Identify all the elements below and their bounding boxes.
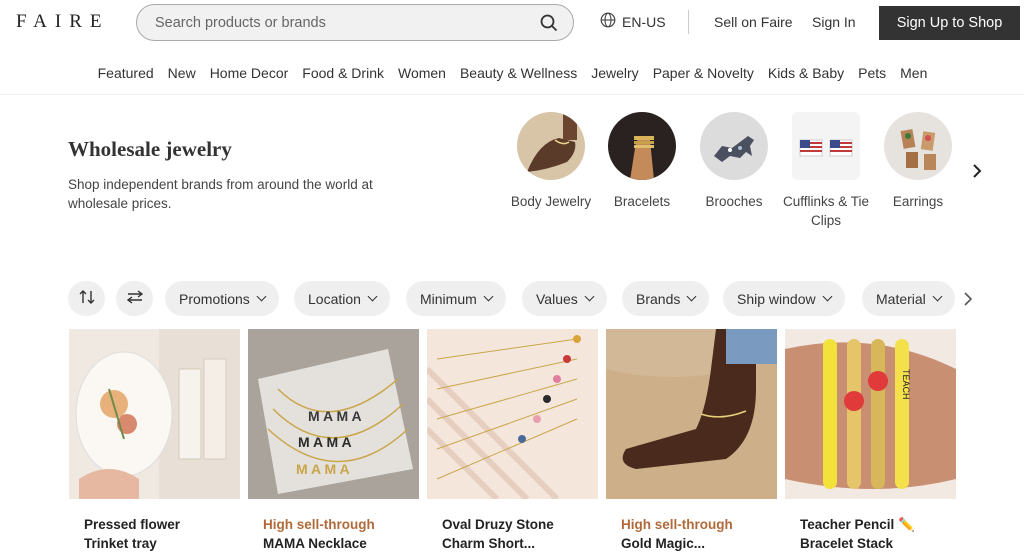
filter-location[interactable]: Location bbox=[294, 281, 390, 316]
product-info: Teacher Pencil ✏️ Bracelet Stack bbox=[785, 499, 956, 553]
product-name: Gold Magic... bbox=[621, 536, 706, 551]
product-image bbox=[69, 329, 240, 499]
nav-item-women[interactable]: Women bbox=[397, 65, 446, 81]
product-image: TEACH bbox=[785, 329, 956, 499]
svg-text:M A M A: M A M A bbox=[298, 434, 352, 450]
language-label: EN-US bbox=[622, 13, 666, 30]
nav-item-men[interactable]: Men bbox=[899, 65, 927, 81]
product-info: High sell-through MAMA Necklace bbox=[248, 499, 419, 553]
category-nav: Featured New Home Decor Food & Drink Wom… bbox=[0, 65, 1024, 81]
filter-brands[interactable]: Brands bbox=[622, 281, 710, 316]
filter-label: Brands bbox=[636, 290, 681, 307]
subcategory-label: Body Jewelry bbox=[510, 194, 592, 209]
product-image bbox=[427, 329, 598, 499]
subcategory-earrings[interactable]: Earrings bbox=[873, 112, 963, 211]
chevron-right-icon[interactable] bbox=[962, 291, 976, 307]
sign-in-link[interactable]: Sign In bbox=[812, 14, 856, 30]
product-card[interactable]: TEACH Teacher Pencil ✏️ Bracelet Stack bbox=[785, 329, 956, 555]
nav-item-jewelry[interactable]: Jewelry bbox=[590, 65, 638, 81]
search-bar[interactable] bbox=[136, 4, 574, 41]
subcategory-label: Earrings bbox=[892, 194, 944, 209]
faire-logo[interactable]: FAIRE bbox=[16, 11, 109, 33]
chevron-down-icon bbox=[256, 291, 267, 302]
page-subtitle: Shop independent brands from around the … bbox=[68, 177, 373, 211]
product-card[interactable]: High sell-through Gold Magic... bbox=[606, 329, 777, 555]
svg-text:TEACH: TEACH bbox=[901, 369, 911, 400]
language-selector[interactable]: EN-US bbox=[600, 12, 666, 31]
filter-label: Promotions bbox=[179, 290, 250, 307]
filter-label: Minimum bbox=[420, 290, 477, 307]
horse-brooch-photo-icon bbox=[700, 112, 768, 180]
filter-promotions[interactable]: Promotions bbox=[165, 281, 279, 316]
product-card[interactable]: M A M A M A M A M A M A High sell-through … bbox=[248, 329, 419, 555]
adjust-filters-button[interactable] bbox=[116, 281, 153, 316]
filter-label: Values bbox=[536, 290, 578, 307]
nav-item-kids-baby[interactable]: Kids & Baby bbox=[767, 65, 844, 81]
product-name-line2: Trinket tray bbox=[84, 536, 157, 551]
product-name-line2: Bracelet Stack bbox=[800, 536, 894, 551]
filter-label: Location bbox=[308, 290, 361, 307]
subcategory-brooches[interactable]: Brooches bbox=[689, 112, 779, 211]
subcategory-bracelets[interactable]: Bracelets bbox=[597, 112, 687, 211]
nav-item-paper-novelty[interactable]: Paper & Novelty bbox=[652, 65, 754, 81]
filter-material[interactable]: Material bbox=[862, 281, 955, 316]
product-badge: High sell-through bbox=[263, 517, 375, 532]
search-input[interactable] bbox=[155, 14, 539, 31]
product-info: Oval Druzy Stone Charm Short... bbox=[427, 499, 598, 553]
filter-ship-window[interactable]: Ship window bbox=[723, 281, 845, 316]
bracelet-photo-icon bbox=[608, 112, 676, 180]
sliders-icon bbox=[126, 289, 144, 308]
product-image: M A M A M A M A M A M A bbox=[248, 329, 419, 499]
product-card[interactable]: Pressed flower Trinket tray bbox=[69, 329, 240, 555]
chevron-down-icon bbox=[367, 291, 378, 302]
nav-item-food-drink[interactable]: Food & Drink bbox=[301, 65, 384, 81]
product-card[interactable]: Oval Druzy Stone Charm Short... bbox=[427, 329, 598, 555]
product-badge: High sell-through bbox=[621, 517, 733, 532]
subcategory-body-jewelry[interactable]: Body Jewelry bbox=[506, 112, 596, 211]
nav-item-pets[interactable]: Pets bbox=[857, 65, 886, 81]
chevron-down-icon bbox=[822, 291, 833, 302]
filter-minimum[interactable]: Minimum bbox=[406, 281, 506, 316]
chevron-down-icon bbox=[483, 291, 494, 302]
svg-text:M A M A: M A M A bbox=[296, 461, 350, 477]
product-info: Pressed flower Trinket tray bbox=[69, 499, 240, 553]
filter-label: Material bbox=[876, 290, 926, 307]
subcategory-label: Bracelets bbox=[613, 194, 671, 209]
anklet-photo-icon bbox=[517, 112, 585, 180]
chevron-down-icon bbox=[584, 291, 595, 302]
filter-values[interactable]: Values bbox=[522, 281, 607, 316]
sell-on-faire-link[interactable]: Sell on Faire bbox=[714, 14, 793, 30]
filter-label: Ship window bbox=[737, 290, 816, 307]
svg-text:M A M A: M A M A bbox=[308, 408, 362, 424]
product-name: MAMA Necklace bbox=[263, 536, 367, 551]
page-title: Wholesale jewelry bbox=[68, 137, 232, 161]
subcategory-label: Brooches bbox=[705, 194, 763, 209]
flag-cufflinks-photo-icon bbox=[792, 112, 860, 180]
search-icon[interactable] bbox=[539, 13, 559, 33]
chevron-down-icon bbox=[932, 291, 943, 302]
nav-item-beauty-wellness[interactable]: Beauty & Wellness bbox=[459, 65, 577, 81]
header-divider bbox=[688, 10, 689, 34]
nav-item-home-decor[interactable]: Home Decor bbox=[209, 65, 289, 81]
product-info: High sell-through Gold Magic... bbox=[606, 499, 777, 553]
sort-arrows-icon bbox=[78, 289, 96, 308]
globe-icon bbox=[600, 12, 616, 31]
product-name: Pressed flower bbox=[84, 517, 181, 532]
product-name-line2: Charm Short... bbox=[442, 536, 536, 551]
chevron-down-icon bbox=[686, 291, 697, 302]
sort-button[interactable] bbox=[68, 281, 105, 316]
nav-divider bbox=[0, 94, 1024, 95]
nav-item-new[interactable]: New bbox=[167, 65, 196, 81]
subcategory-cufflinks[interactable]: Cufflinks & Tie Clips bbox=[781, 112, 871, 230]
sign-up-button[interactable]: Sign Up to Shop bbox=[879, 6, 1020, 40]
subcategory-label: Cufflinks & Tie Clips bbox=[782, 194, 870, 228]
chevron-right-icon[interactable] bbox=[967, 161, 987, 181]
product-name: Teacher Pencil ✏️ bbox=[800, 517, 915, 532]
earrings-photo-icon bbox=[884, 112, 952, 180]
product-name: Oval Druzy Stone bbox=[442, 517, 554, 532]
nav-item-featured[interactable]: Featured bbox=[97, 65, 154, 81]
product-image bbox=[606, 329, 777, 499]
